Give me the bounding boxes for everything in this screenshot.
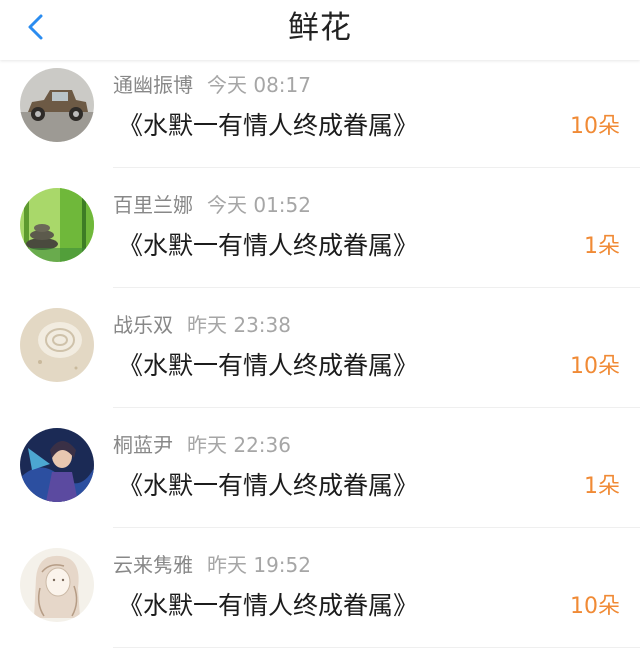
- flower-count: 1朵: [584, 234, 620, 259]
- timestamp: 今天 01:52: [207, 193, 311, 217]
- user-name: 桐蓝尹: [113, 433, 173, 457]
- item-meta: 桐蓝尹 昨天 22:36: [113, 432, 291, 458]
- game-hero-avatar[interactable]: [20, 428, 94, 502]
- book-title: 《水默一有情人终成眷属》: [118, 471, 419, 500]
- page-title: 鲜花: [288, 10, 352, 46]
- flower-count: 10朵: [570, 114, 620, 139]
- list-item[interactable]: 战乐双 昨天 23:38 《水默一有情人终成眷属》 10朵: [0, 300, 640, 420]
- divider: [113, 647, 640, 648]
- vintage-car-avatar[interactable]: [20, 68, 94, 142]
- user-name: 通幽振博: [113, 73, 193, 97]
- timestamp: 昨天 23:38: [187, 313, 291, 337]
- item-meta: 通幽振博 今天 08:17: [113, 72, 311, 98]
- timestamp: 昨天 19:52: [207, 553, 311, 577]
- bamboo-stones-avatar[interactable]: [20, 188, 94, 262]
- list-item[interactable]: 百里兰娜 今天 01:52 《水默一有情人终成眷属》 1朵: [0, 180, 640, 300]
- user-name: 百里兰娜: [113, 193, 193, 217]
- book-title: 《水默一有情人终成眷属》: [118, 231, 419, 260]
- item-meta: 战乐双 昨天 23:38: [113, 312, 291, 338]
- sketch-girl-avatar[interactable]: [20, 548, 94, 622]
- divider: [113, 167, 640, 168]
- flower-count: 10朵: [570, 354, 620, 379]
- flower-count: 10朵: [570, 594, 620, 619]
- top-bar: 鲜花: [0, 0, 640, 60]
- divider: [113, 407, 640, 408]
- list-item[interactable]: 桐蓝尹 昨天 22:36 《水默一有情人终成眷属》 1朵: [0, 420, 640, 540]
- timestamp: 昨天 22:36: [187, 433, 291, 457]
- flower-list: 通幽振博 今天 08:17 《水默一有情人终成眷属》 10朵 百里兰娜 今天 01:…: [0, 60, 640, 653]
- book-title: 《水默一有情人终成眷属》: [118, 111, 419, 140]
- timestamp: 今天 08:17: [207, 73, 311, 97]
- item-meta: 云来隽雅 昨天 19:52: [113, 552, 311, 578]
- list-item[interactable]: 通幽振博 今天 08:17 《水默一有情人终成眷属》 10朵: [0, 60, 640, 180]
- divider: [113, 527, 640, 528]
- flower-count: 1朵: [584, 474, 620, 499]
- list-item[interactable]: 云来隽雅 昨天 19:52 《水默一有情人终成眷属》 10朵: [0, 540, 640, 653]
- book-title: 《水默一有情人终成眷属》: [118, 351, 419, 380]
- item-meta: 百里兰娜 今天 01:52: [113, 192, 311, 218]
- user-name: 战乐双: [113, 313, 173, 337]
- seashell-avatar[interactable]: [20, 308, 94, 382]
- user-name: 云来隽雅: [113, 553, 193, 577]
- divider: [113, 287, 640, 288]
- book-title: 《水默一有情人终成眷属》: [118, 591, 419, 620]
